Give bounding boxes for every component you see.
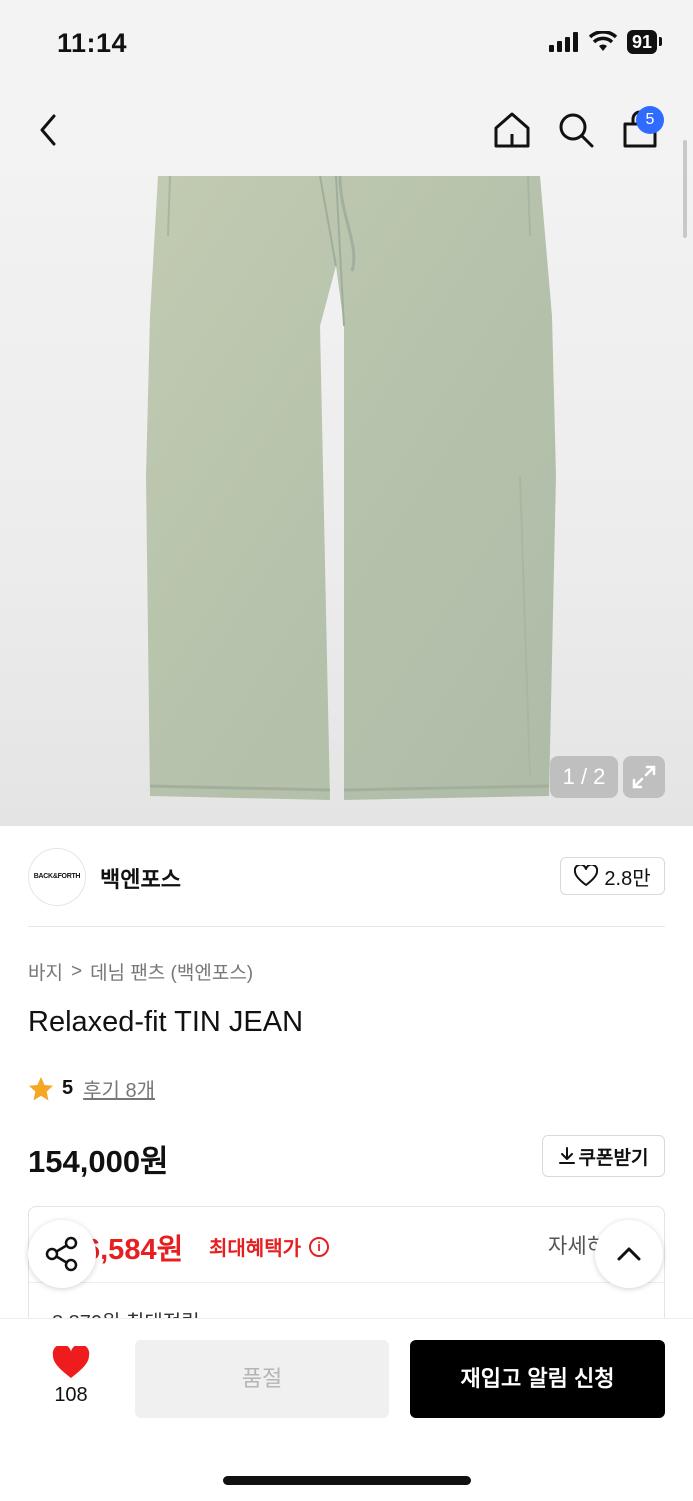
status-icons: 91 — [548, 30, 663, 54]
wifi-icon — [588, 31, 617, 51]
max-benefit-label[interactable]: 최대혜택가 i — [209, 1232, 329, 1261]
search-icon[interactable] — [556, 110, 596, 150]
jeans-image — [146, 176, 556, 800]
back-arrow-icon[interactable] — [34, 112, 66, 148]
breadcrumb: 바지 > 데님 팬츠 (백엔포스) — [28, 958, 253, 985]
heart-filled-icon[interactable] — [52, 1346, 90, 1380]
review-count-link[interactable]: 후기 8개 — [83, 1074, 155, 1103]
scroll-top-button[interactable] — [595, 1220, 663, 1288]
info-icon[interactable]: i — [309, 1236, 329, 1257]
expand-icon — [632, 765, 656, 789]
brand-name[interactable]: 백엔포스 — [100, 862, 181, 894]
coupon-label: 쿠폰받기 — [578, 1147, 649, 1169]
download-icon — [558, 1147, 575, 1164]
coupon-button[interactable]: 쿠폰받기 — [542, 1135, 665, 1177]
cart-count-badge: 5 — [636, 106, 664, 134]
image-counter: 1 / 2 — [550, 756, 618, 798]
share-button[interactable] — [28, 1220, 96, 1288]
scrollbar[interactable] — [683, 140, 687, 238]
brand-like-count: 2.8만 — [604, 867, 651, 890]
rating-score: 5 — [62, 1077, 74, 1099]
product-price: 154,000원 — [28, 1144, 169, 1179]
breadcrumb-separator: > — [70, 960, 83, 982]
status-bar: 11:14 91 — [0, 0, 693, 88]
expand-image-button[interactable] — [623, 756, 665, 798]
home-icon[interactable] — [492, 110, 532, 150]
max-benefit-text: 최대혜택가 — [209, 1238, 301, 1260]
wish-count: 108 — [54, 1384, 88, 1406]
top-navigation — [0, 88, 693, 176]
brand-like-button[interactable]: 2.8만 — [560, 857, 665, 895]
chevron-up-icon — [617, 1247, 641, 1261]
brand-row: BACK&FORTH 백엔포스 2.8만 — [28, 848, 665, 906]
share-icon — [45, 1236, 78, 1272]
restock-alert-button[interactable]: 재입고 알림 신청 — [410, 1340, 665, 1418]
signal-icon — [548, 32, 578, 52]
brand-logo[interactable]: BACK&FORTH — [28, 848, 86, 906]
battery-indicator: 91 — [626, 30, 663, 54]
home-indicator — [223, 1476, 471, 1485]
section-divider — [28, 926, 665, 927]
product-image[interactable] — [0, 176, 693, 826]
status-time: 11:14 — [57, 28, 128, 58]
rating-row: 5 후기 8개 — [28, 1074, 155, 1103]
product-title: Relaxed-fit TIN JEAN — [28, 1006, 304, 1038]
max-benefit-price: 6,584원 — [84, 1234, 184, 1266]
star-icon — [29, 1076, 53, 1100]
heart-outline-icon — [574, 865, 599, 886]
breadcrumb-category[interactable]: 바지 — [28, 958, 63, 985]
breadcrumb-subcategory[interactable]: 데님 팬츠 (백엔포스) — [90, 958, 253, 985]
benefit-divider — [29, 1282, 664, 1283]
soldout-button: 품절 — [135, 1340, 389, 1418]
